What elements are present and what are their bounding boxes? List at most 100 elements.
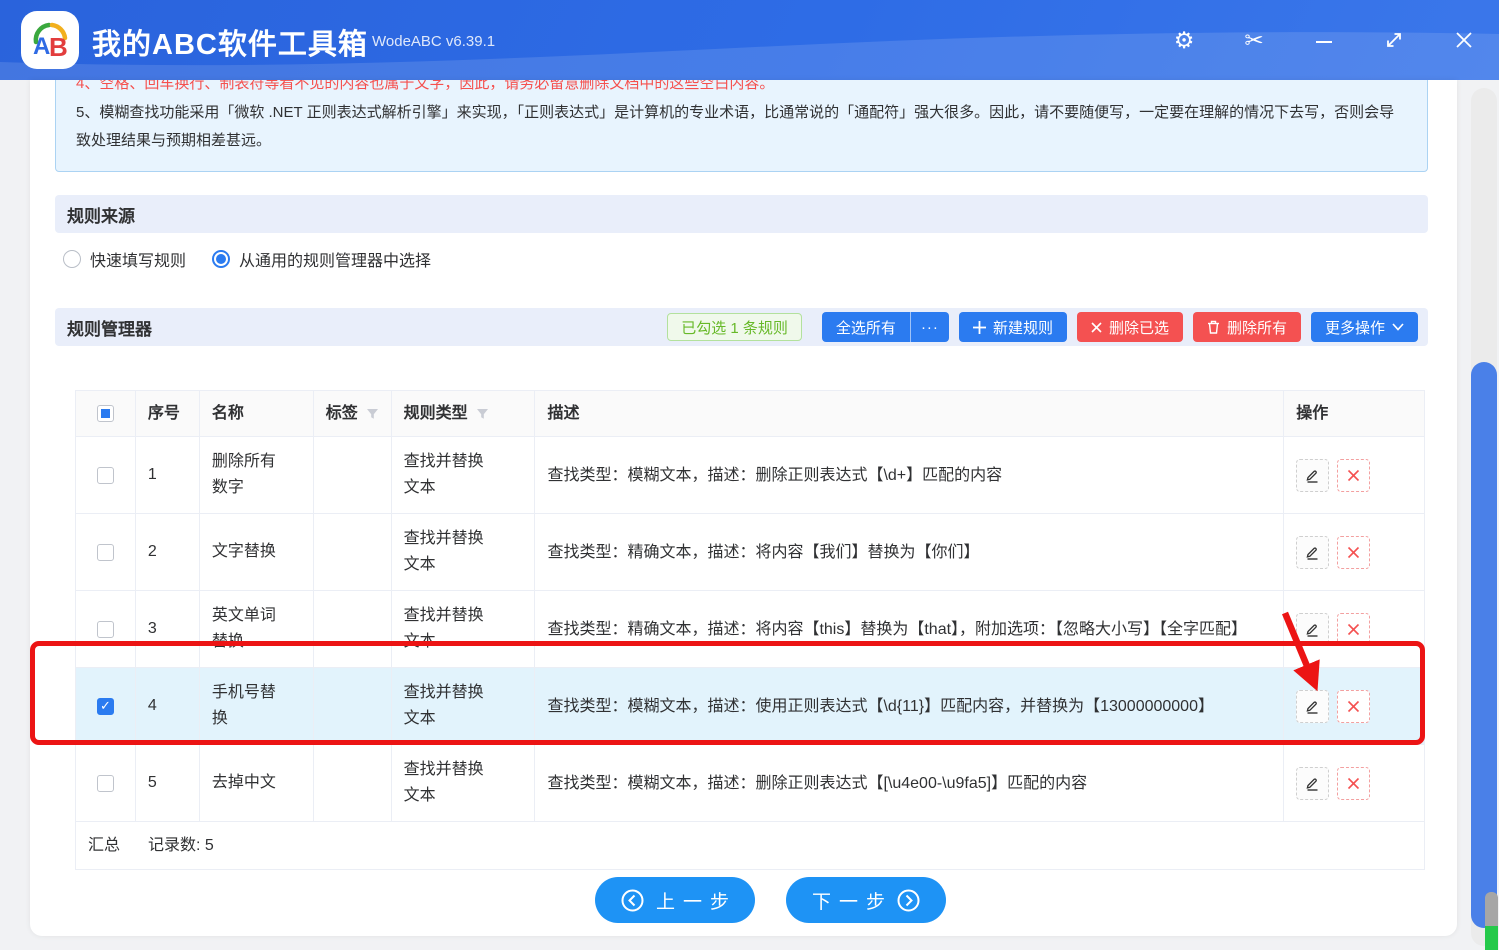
- x-icon: [1347, 546, 1360, 559]
- tag-filter-funnel-icon[interactable]: [366, 408, 379, 420]
- rule-source-title: 规则来源: [67, 202, 135, 227]
- table-row: 5 去掉中文 查找并替换文本 查找类型：模糊文本，描述：删除正则表达式【[\u4…: [76, 745, 1424, 822]
- delete-rule-button[interactable]: [1337, 536, 1370, 569]
- rule-tag: [314, 668, 392, 744]
- rule-type: 查找并替换文本: [392, 514, 536, 590]
- x-icon: [1347, 700, 1360, 713]
- row-checkbox[interactable]: [97, 621, 114, 638]
- x-icon: [1347, 469, 1360, 482]
- rule-name: 删除所有数字: [200, 437, 314, 513]
- corner-scroll-green-segment: [1485, 926, 1498, 950]
- rule-name: 去掉中文: [200, 745, 314, 821]
- rules-table: 序号 名称 标签 规则类型 描述 操作 1 删除所有数字 查找并替换文本 查找类…: [75, 390, 1425, 870]
- row-index: 3: [136, 591, 200, 667]
- rule-tag: [314, 514, 392, 590]
- edit-rule-button[interactable]: [1296, 536, 1329, 569]
- summary-label: 汇总: [76, 822, 136, 869]
- header-actions: 操作: [1284, 391, 1424, 436]
- delete-rule-button[interactable]: [1337, 613, 1370, 646]
- pencil-icon: [1304, 544, 1321, 561]
- row-index: 5: [136, 745, 200, 821]
- table-body: 1 删除所有数字 查找并替换文本 查找类型：模糊文本，描述：删除正则表达式【\d…: [76, 437, 1424, 822]
- pencil-icon: [1304, 467, 1321, 484]
- summary-record-count: 记录数: 5: [136, 822, 224, 869]
- table-row: 4 手机号替换 查找并替换文本 查找类型：模糊文本，描述：使用正则表达式【\d{…: [76, 668, 1424, 745]
- wizard-pager: 上一步 下一步: [595, 877, 946, 923]
- titlebar: A B 我的ABC软件工具箱 WodeABC v6.39.1 ⚙ ✂: [0, 0, 1499, 80]
- pencil-icon: [1304, 621, 1321, 638]
- circle-chevron-left-icon: [621, 889, 644, 912]
- table-row: 2 文字替换 查找并替换文本 查找类型：精确文本，描述：将内容【我们】替换为【你…: [76, 514, 1424, 591]
- rule-description: 查找类型：精确文本，描述：将内容【this】替换为【that】，附加选项：【忽略…: [535, 591, 1284, 667]
- delete-rule-button[interactable]: [1337, 690, 1370, 723]
- radio-circle-icon: [63, 250, 81, 268]
- row-checkbox[interactable]: [97, 698, 114, 715]
- vertical-scrollbar-thumb[interactable]: [1471, 362, 1497, 928]
- selected-count-badge: 已勾选 1 条规则: [667, 313, 802, 341]
- rule-type: 查找并替换文本: [392, 668, 536, 744]
- row-index: 2: [136, 514, 200, 590]
- rule-description: 查找类型：精确文本，描述：将内容【我们】替换为【你们】: [535, 514, 1284, 590]
- notice-body-text: 5、模糊查找功能采用「微软 .NET 正则表达式解析引擎」来实现，「正则表达式」…: [76, 99, 1407, 155]
- rule-manager-title: 规则管理器: [67, 315, 152, 340]
- chevron-down-icon: [1392, 323, 1404, 331]
- rule-type: 查找并替换文本: [392, 591, 536, 667]
- header-type: 规则类型: [392, 391, 536, 436]
- row-checkbox[interactable]: [97, 467, 114, 484]
- prev-step-button[interactable]: 上一步: [595, 877, 755, 923]
- select-all-button[interactable]: 全选所有: [822, 312, 910, 342]
- app-title: 我的ABC软件工具箱: [92, 21, 368, 63]
- corner-mini-scrollbar[interactable]: [1485, 892, 1498, 950]
- plus-icon: [973, 321, 986, 334]
- delete-rule-button[interactable]: [1337, 459, 1370, 492]
- svg-text:B: B: [49, 32, 68, 62]
- trash-icon: [1207, 320, 1220, 334]
- radio-quick-fill[interactable]: 快速填写规则: [63, 247, 186, 271]
- x-icon: [1091, 322, 1102, 333]
- rule-name: 手机号替换: [200, 668, 314, 744]
- scissors-icon[interactable]: ✂: [1219, 0, 1289, 80]
- edit-rule-button[interactable]: [1296, 459, 1329, 492]
- summary-row: 汇总 记录数: 5: [76, 822, 1424, 870]
- pencil-icon: [1304, 698, 1321, 715]
- edit-rule-button[interactable]: [1296, 690, 1329, 723]
- radio-circle-icon: [212, 250, 230, 268]
- delete-selected-button[interactable]: 删除已选: [1077, 312, 1183, 342]
- close-icon[interactable]: [1429, 0, 1499, 80]
- delete-rule-button[interactable]: [1337, 767, 1370, 800]
- rule-type: 查找并替换文本: [392, 437, 536, 513]
- pencil-icon: [1304, 775, 1321, 792]
- settings-gear-icon[interactable]: ⚙: [1149, 0, 1219, 80]
- select-all-more-dots-button[interactable]: ···: [910, 312, 949, 342]
- corner-scroll-gray-segment: [1485, 892, 1498, 926]
- edit-rule-button[interactable]: [1296, 767, 1329, 800]
- select-all-checkbox[interactable]: [97, 405, 114, 422]
- rule-tag: [314, 437, 392, 513]
- row-index: 4: [136, 668, 200, 744]
- edit-rule-button[interactable]: [1296, 613, 1329, 646]
- new-rule-button[interactable]: 新建规则: [959, 312, 1067, 342]
- vertical-scrollbar-track[interactable]: [1471, 88, 1497, 946]
- rule-name: 英文单词替换: [200, 591, 314, 667]
- more-actions-button[interactable]: 更多操作: [1311, 312, 1418, 342]
- row-checkbox[interactable]: [97, 775, 114, 792]
- rule-type: 查找并替换文本: [392, 745, 536, 821]
- table-header-row: 序号 名称 标签 规则类型 描述 操作: [76, 391, 1424, 437]
- notice-box: 4、空格、回车换行、制表符等看不见的内容也属于文字，因此，请务必留意删除文档中的…: [55, 80, 1428, 172]
- app-version: WodeABC v6.39.1: [372, 33, 495, 50]
- header-tag: 标签: [314, 391, 392, 436]
- resize-icon[interactable]: [1359, 0, 1429, 80]
- rule-tag: [314, 591, 392, 667]
- minimize-icon[interactable]: [1289, 0, 1359, 80]
- delete-all-button[interactable]: 删除所有: [1193, 312, 1301, 342]
- row-checkbox[interactable]: [97, 544, 114, 561]
- rule-source-options: 快速填写规则 从通用的规则管理器中选择: [63, 245, 431, 273]
- radio-from-rule-manager[interactable]: 从通用的规则管理器中选择: [212, 247, 431, 271]
- rule-description: 查找类型：模糊文本，描述：删除正则表达式【[\u4e00-\u9fa5]】匹配的…: [535, 745, 1284, 821]
- type-filter-funnel-icon[interactable]: [476, 408, 489, 420]
- x-icon: [1347, 777, 1360, 790]
- next-step-button[interactable]: 下一步: [786, 877, 946, 923]
- svg-text:A: A: [33, 33, 50, 60]
- row-index: 1: [136, 437, 200, 513]
- header-name: 名称: [200, 391, 314, 436]
